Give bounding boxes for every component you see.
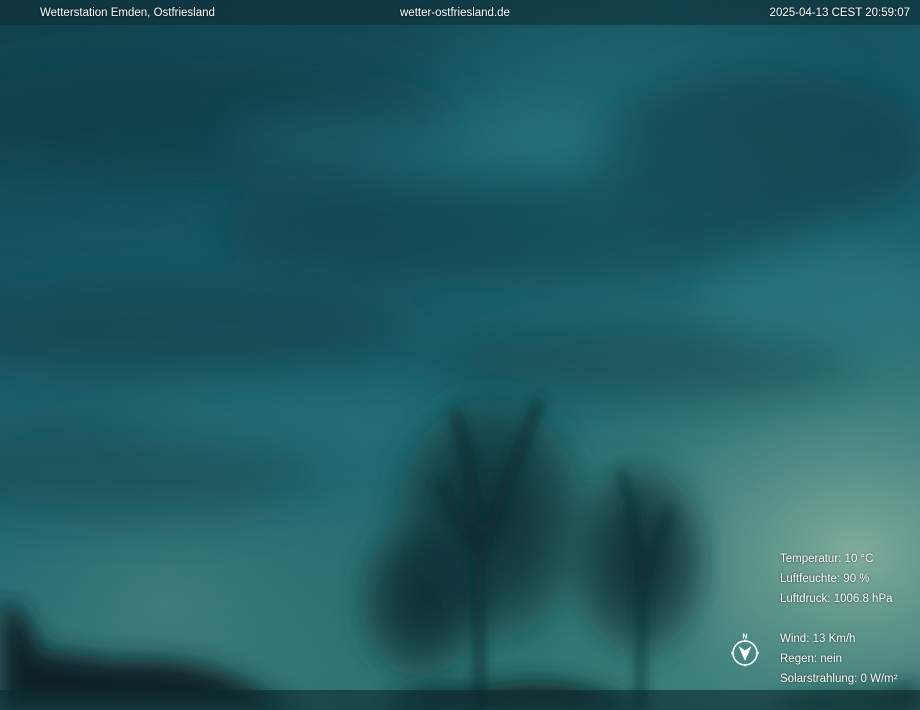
info-bar: Wetterstation Emden, Ostfriesland wetter… [0,0,920,25]
compass-icon: N [731,634,759,667]
station-name: Wetterstation Emden, Ostfriesland [40,7,215,19]
solar-reading: Solarstrahlung: 0 W/m² [780,673,898,685]
humidity-reading: Luftfeuchte: 90 % [780,573,870,585]
website-url: wetter-ostfriesland.de [400,7,510,19]
compass-north-label: N [742,634,747,641]
wind-reading: Wind: 13 Km/h [780,633,856,645]
rain-reading: Regen: nein [780,653,843,665]
weather-readings: Temperatur: 10 °C Luftfeuchte: 90 % Luft… [780,549,916,689]
readings-spacer [780,609,916,629]
temperature-reading: Temperatur: 10 °C [780,553,874,565]
webcam-frame: Wetterstation Emden, Ostfriesland wetter… [0,0,920,710]
pressure-reading: Luftdruck: 1006.8 hPa [780,593,893,605]
timestamp: 2025-04-13 CEST 20:59:07 [769,7,910,19]
